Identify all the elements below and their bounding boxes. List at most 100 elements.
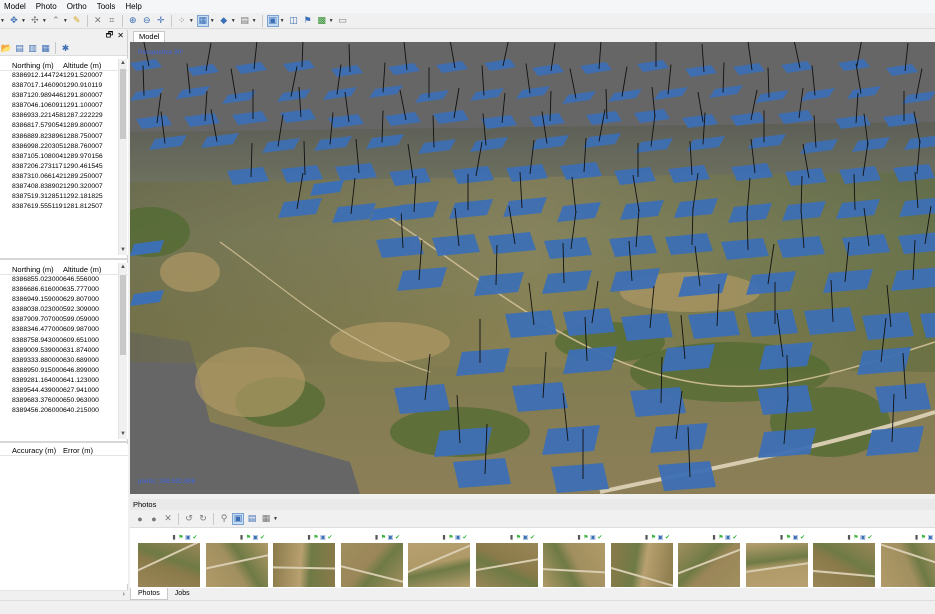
tab-photos[interactable]: Photos bbox=[130, 588, 168, 600]
show-markers-icon[interactable]: ⚑ bbox=[302, 15, 314, 27]
table-row[interactable]: 8386949.159000 629.807000 bbox=[0, 295, 128, 305]
show-cameras-icon[interactable]: ▣ bbox=[266, 14, 279, 27]
export-icon[interactable]: ▤ bbox=[14, 43, 25, 54]
photo-thumbnail[interactable]: ▮⚑▣✔ bbox=[610, 535, 673, 587]
photo-thumbnail[interactable]: ▮⚑▣✔ bbox=[205, 535, 268, 587]
chevron-down-icon[interactable]: ▼ bbox=[231, 18, 236, 24]
chevron-down-icon[interactable]: ▼ bbox=[42, 18, 47, 24]
scroll-down-icon[interactable]: ▼ bbox=[119, 246, 127, 255]
settings-icon[interactable]: ✱ bbox=[60, 43, 71, 54]
column-header[interactable]: Northing (m) bbox=[0, 263, 61, 274]
menu-model[interactable]: Model bbox=[0, 2, 32, 11]
table-row[interactable]: 8386889.823896 1288.750007 bbox=[0, 132, 128, 142]
zoom-in-icon[interactable]: ⊕ bbox=[127, 15, 139, 27]
splitter[interactable] bbox=[0, 441, 128, 443]
scroll-thumb[interactable] bbox=[120, 275, 126, 355]
column-header[interactable]: Altitude (m) bbox=[61, 59, 117, 70]
table-row[interactable]: 8387408.838902 1290.320007 bbox=[0, 182, 128, 192]
table-row[interactable]: 8388346.477000 609.987000 bbox=[0, 325, 128, 335]
restore-icon[interactable]: 🗗 bbox=[106, 29, 114, 43]
table-row[interactable]: 8389333.880000 630.689000 bbox=[0, 356, 128, 366]
enable-photo-icon[interactable]: ● bbox=[134, 513, 146, 525]
model-viewport[interactable]: Perspective 30° points: 248,592,808 bbox=[130, 42, 935, 494]
table-row[interactable]: 8386912.144724 1291.520007 bbox=[0, 71, 128, 81]
disable-photo-icon[interactable]: ● bbox=[148, 513, 160, 525]
import-icon[interactable]: 📂 bbox=[1, 43, 12, 54]
tab-model[interactable]: Model bbox=[133, 31, 166, 42]
photo-thumbnail[interactable]: ▮⚑▣✔ bbox=[813, 535, 875, 587]
tab-jobs[interactable]: Jobs bbox=[168, 588, 197, 600]
optimize-icon[interactable]: ▦ bbox=[40, 43, 51, 54]
chevron-down-icon[interactable]: ▼ bbox=[280, 18, 285, 24]
chevron-down-icon[interactable]: ▼ bbox=[189, 18, 194, 24]
table-row[interactable]: 8387120.989446 1291.800007 bbox=[0, 91, 128, 101]
zoom-out-icon[interactable]: ⊖ bbox=[141, 15, 153, 27]
table-row[interactable]: 8387310.066142 1289.250007 bbox=[0, 172, 128, 182]
chevron-down-icon[interactable]: ▼ bbox=[273, 516, 278, 522]
chevron-down-icon[interactable]: ▼ bbox=[21, 18, 26, 24]
show-cameras-filter-icon[interactable]: ▣ bbox=[232, 512, 244, 525]
rotate-left-icon[interactable]: ↺ bbox=[183, 513, 195, 525]
view-mode-icon[interactable]: ▦ bbox=[260, 513, 272, 525]
region-icon[interactable]: ⌃ bbox=[50, 15, 62, 27]
close-icon[interactable]: ✕ bbox=[117, 31, 124, 40]
remove-photo-icon[interactable]: ✕ bbox=[162, 513, 174, 525]
chevron-down-icon[interactable]: ▼ bbox=[329, 18, 334, 24]
column-header[interactable]: Northing (m) bbox=[0, 59, 61, 70]
column-header[interactable]: Altitude (m) bbox=[61, 263, 117, 274]
table-row[interactable]: 8388038.023000 592.309000 bbox=[0, 305, 128, 315]
table-row[interactable]: 8389456.206000 640.215000 bbox=[0, 406, 128, 416]
table-row[interactable]: 8389683.376000 650.963000 bbox=[0, 396, 128, 406]
show-grid-icon[interactable]: ▭ bbox=[337, 15, 349, 27]
column-header[interactable]: Error (m) bbox=[61, 444, 117, 455]
chevron-down-icon[interactable]: ▼ bbox=[0, 18, 5, 24]
scroll-thumb[interactable] bbox=[120, 69, 126, 139]
show-region-icon[interactable]: ◫ bbox=[288, 15, 300, 27]
photo-thumbnail[interactable]: ▮⚑▣✔ bbox=[475, 535, 538, 587]
photo-thumbnail[interactable]: ▮⚑▣✔ bbox=[745, 535, 808, 587]
reset-view-icon[interactable]: ✛ bbox=[155, 15, 167, 27]
table-row[interactable]: 8386686.616000 635.777000 bbox=[0, 285, 128, 295]
table-row[interactable]: 8387206.273117 1290.461545 bbox=[0, 162, 128, 172]
table-row[interactable]: 8388950.915000 646.899000 bbox=[0, 366, 128, 376]
table-row[interactable]: 8389281.164000 641.123000 bbox=[0, 376, 128, 386]
menu-help[interactable]: Help bbox=[121, 2, 147, 11]
table-row[interactable]: 8389009.539000 631.874000 bbox=[0, 346, 128, 356]
delete-selection-icon[interactable]: ✕ bbox=[92, 15, 104, 27]
convert-icon[interactable]: ▥ bbox=[27, 43, 38, 54]
point-cloud-icon[interactable]: ⁘ bbox=[176, 15, 188, 27]
rotate-right-icon[interactable]: ↻ bbox=[197, 513, 209, 525]
move-object-icon[interactable]: ✣ bbox=[29, 15, 41, 27]
table-row[interactable]: 8386817.579054 1289.800007 bbox=[0, 121, 128, 131]
photo-thumbnail[interactable]: ▮⚑▣✔ bbox=[543, 535, 605, 587]
column-header[interactable]: Accuracy (m) bbox=[0, 444, 61, 455]
table-row[interactable]: 8387519.312851 1292.181825 bbox=[0, 192, 128, 202]
table-row[interactable]: 8387046.106091 1291.100007 bbox=[0, 101, 128, 111]
table-row[interactable]: 8388758.943000 609.651000 bbox=[0, 336, 128, 346]
crop-selection-icon[interactable]: ⌗ bbox=[106, 15, 118, 27]
table-row[interactable]: 8387017.146090 1290.910119 bbox=[0, 81, 128, 91]
show-shapes-icon[interactable]: ▩ bbox=[316, 15, 328, 27]
reset-filter-icon[interactable]: ⚲ bbox=[218, 513, 230, 525]
scroll-down-icon[interactable]: ▼ bbox=[119, 430, 127, 439]
photo-thumbnail[interactable]: ▮⚑▣✔ bbox=[408, 535, 470, 587]
navigation-icon[interactable]: ✥ bbox=[8, 15, 20, 27]
table-row[interactable]: 8386998.220305 1288.760007 bbox=[0, 142, 128, 152]
photo-thumbnail[interactable]: ▮⚑▣✔ bbox=[273, 535, 335, 587]
mesh-icon[interactable]: ◆ bbox=[218, 15, 230, 27]
photo-thumbnail[interactable]: ▮⚑▣✔ bbox=[678, 535, 740, 587]
menu-tools[interactable]: Tools bbox=[93, 2, 122, 11]
table-row[interactable]: 8387619.555119 1281.812507 bbox=[0, 202, 128, 212]
table-row[interactable]: 8389544.439000 627.941000 bbox=[0, 386, 128, 396]
vertical-scrollbar[interactable]: ▲ ▼ bbox=[118, 263, 127, 439]
table-row[interactable]: 8387909.707000 599.059000 bbox=[0, 315, 128, 325]
table-row[interactable]: 8387105.108004 1289.970156 bbox=[0, 152, 128, 162]
scroll-right-icon[interactable]: › bbox=[123, 591, 125, 598]
horizontal-scrollbar[interactable]: › bbox=[0, 590, 128, 600]
tiled-model-icon[interactable]: ▤ bbox=[239, 15, 251, 27]
splitter[interactable] bbox=[0, 258, 128, 260]
chevron-down-icon[interactable]: ▼ bbox=[210, 18, 215, 24]
scene-canvas[interactable] bbox=[130, 42, 935, 494]
scroll-up-icon[interactable]: ▲ bbox=[119, 263, 127, 272]
photo-thumbnail[interactable]: ▮⚑▣✔ bbox=[880, 535, 935, 587]
